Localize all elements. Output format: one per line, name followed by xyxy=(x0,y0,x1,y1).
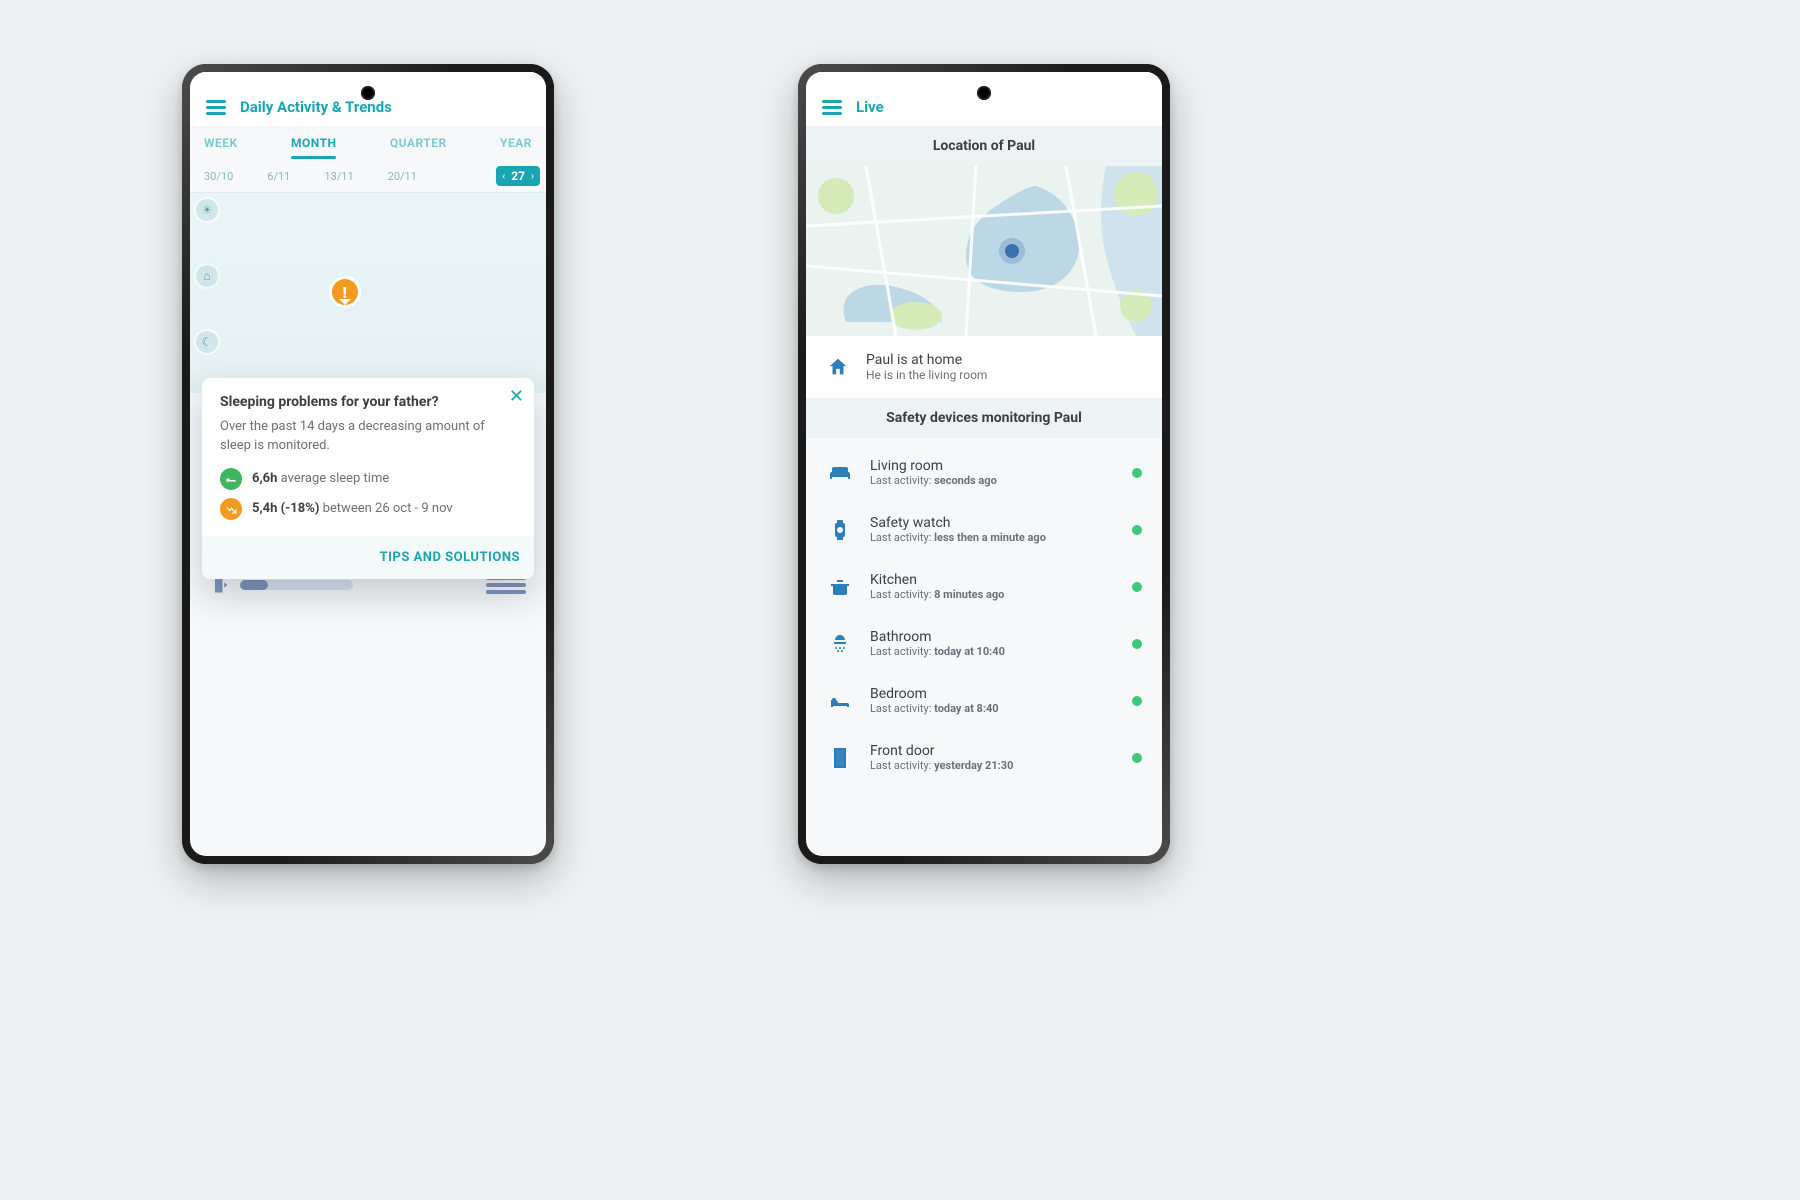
device-row[interactable]: BathroomLast activity: today at 10:40 xyxy=(806,615,1162,672)
device-name: Kitchen xyxy=(870,572,1116,588)
hamburger-menu-icon[interactable] xyxy=(822,100,842,115)
section-devices-title: Safety devices monitoring Paul xyxy=(806,398,1162,438)
moon-icon: ☾ xyxy=(196,331,218,353)
chevron-right-icon[interactable]: › xyxy=(531,171,534,182)
bed-icon xyxy=(826,687,854,715)
status-dot-icon xyxy=(1132,468,1142,478)
status-row: Paul is at home He is in the living room xyxy=(806,336,1162,398)
map-view[interactable] xyxy=(806,166,1162,336)
metric-average: 6,6h average sleep time xyxy=(220,468,516,490)
device-name: Living room xyxy=(870,458,1116,474)
date-tick: 20/11 xyxy=(388,170,417,183)
date-selected-chip[interactable]: ‹ 27 › xyxy=(496,166,540,186)
selected-date: 27 xyxy=(511,169,525,183)
trend-down-icon xyxy=(220,498,242,520)
status-dot-icon xyxy=(1132,582,1142,592)
date-tick: 6/11 xyxy=(267,170,290,183)
device-activity: Last activity: today at 10:40 xyxy=(870,645,1116,658)
device-name: Bathroom xyxy=(870,629,1116,645)
status-dot-icon xyxy=(1132,639,1142,649)
status-dot-icon xyxy=(1132,696,1142,706)
device-row[interactable]: Safety watchLast activity: less then a m… xyxy=(806,501,1162,558)
status-sub: He is in the living room xyxy=(866,368,987,382)
home-icon: ⌂ xyxy=(196,265,218,287)
status-dot-icon xyxy=(1132,525,1142,535)
device-row[interactable]: Front doorLast activity: yesterday 21:30 xyxy=(806,729,1162,786)
front-camera xyxy=(977,86,991,100)
device-name: Front door xyxy=(870,743,1116,759)
device-activity: Last activity: 8 minutes ago xyxy=(870,588,1116,601)
shower-icon xyxy=(826,630,854,658)
hamburger-menu-icon[interactable] xyxy=(206,100,226,115)
metric-label: average sleep time xyxy=(277,471,389,486)
sofa-icon xyxy=(826,459,854,487)
metric-delta: 5,4h (-18%) between 26 oct - 9 nov xyxy=(220,498,516,520)
metric-value: 6,6h xyxy=(252,471,277,486)
front-camera xyxy=(361,86,375,100)
page-title: Live xyxy=(856,98,884,116)
chevron-left-icon[interactable]: ‹ xyxy=(502,171,505,182)
device-list: Living roomLast activity: seconds agoSaf… xyxy=(806,438,1162,792)
device-row[interactable]: KitchenLast activity: 8 minutes ago xyxy=(806,558,1162,615)
timeframe-tabs: WEEK MONTH QUARTER YEAR xyxy=(190,126,546,158)
door-icon xyxy=(826,744,854,772)
tab-week[interactable]: WEEK xyxy=(204,136,238,158)
device-activity: Last activity: yesterday 21:30 xyxy=(870,759,1116,772)
device-name: Bedroom xyxy=(870,686,1116,702)
chart-legend: ☀ ⌂ ☾ xyxy=(196,199,218,353)
page-title: Daily Activity & Trends xyxy=(240,98,392,116)
popover-heading: Sleeping problems for your father? xyxy=(220,394,516,410)
bed-icon xyxy=(220,468,242,490)
status-title: Paul is at home xyxy=(866,352,987,368)
home-icon xyxy=(826,355,850,379)
device-row[interactable]: BedroomLast activity: today at 8:40 xyxy=(806,672,1162,729)
watch-icon xyxy=(826,516,854,544)
date-ticks: 30/10 6/11 13/11 20/11 xyxy=(204,170,417,183)
device-row[interactable]: Living roomLast activity: seconds ago xyxy=(806,444,1162,501)
close-icon[interactable]: ✕ xyxy=(509,386,524,407)
device-activity: Last activity: seconds ago xyxy=(870,474,1116,487)
section-location-title: Location of Paul xyxy=(806,126,1162,166)
device-activity: Last activity: less then a minute ago xyxy=(870,531,1116,544)
status-dot-icon xyxy=(1132,753,1142,763)
device-activity: Last activity: today at 8:40 xyxy=(870,702,1116,715)
activity-chart: ☀ ⌂ ☾ ! xyxy=(190,193,546,393)
chart-bars xyxy=(222,193,546,393)
pot-icon xyxy=(826,573,854,601)
tips-button[interactable]: TIPS AND SOLUTIONS xyxy=(202,536,534,579)
popover-body: Over the past 14 days a decreasing amoun… xyxy=(220,418,516,456)
alert-marker-icon[interactable]: ! xyxy=(332,279,358,305)
phone-left: Daily Activity & Trends WEEK MONTH QUART… xyxy=(182,64,554,864)
tab-month[interactable]: MONTH xyxy=(291,136,336,158)
device-name: Safety watch xyxy=(870,515,1116,531)
tab-quarter[interactable]: QUARTER xyxy=(390,136,447,158)
date-tick: 13/11 xyxy=(324,170,353,183)
metric-value: 5,4h (-18%) xyxy=(252,501,319,516)
tab-year[interactable]: YEAR xyxy=(500,136,532,158)
sun-icon: ☀ xyxy=(196,199,218,221)
date-tick: 30/10 xyxy=(204,170,233,183)
date-scrubber: 30/10 6/11 13/11 20/11 ‹ 27 › xyxy=(190,158,546,193)
metric-label: between 26 oct - 9 nov xyxy=(319,501,452,516)
phone-right: Live Location of Paul xyxy=(798,64,1170,864)
insight-popover: ✕ Sleeping problems for your father? Ove… xyxy=(202,378,534,579)
